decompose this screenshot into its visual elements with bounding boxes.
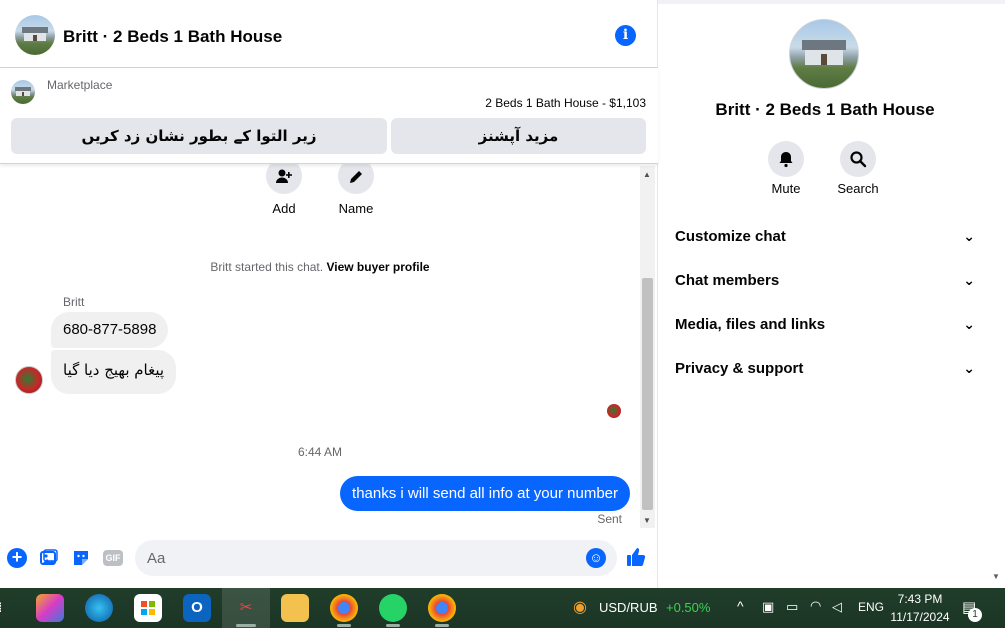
add-person-button[interactable] [266, 164, 302, 194]
section-label: Customize chat [675, 228, 786, 245]
section-label: Media, files and links [675, 316, 826, 333]
mute-button[interactable] [768, 141, 804, 177]
bell-icon [779, 151, 793, 167]
search-label: Search [837, 181, 879, 196]
details-title: Britt · 2 Beds 1 Bath House [715, 100, 935, 119]
marketplace-panel: Marketplace 2 Beds 1 Bath House - $1,103… [0, 68, 658, 164]
plus-icon[interactable]: + [7, 548, 27, 568]
battery-icon[interactable]: ▭ [786, 599, 798, 615]
message-area: Add Name Britt started this chat. View b… [0, 164, 658, 530]
section-label: Chat members [675, 272, 780, 289]
open-indicator [435, 624, 449, 627]
active-indicator [236, 624, 256, 627]
language-indicator[interactable]: ENG [858, 600, 884, 614]
message-scrollbar[interactable]: ▲ ▼ [640, 166, 655, 528]
coins-icon[interactable]: ◉ [566, 594, 594, 622]
search-icon [850, 151, 867, 167]
clock-time[interactable]: 7:43 PM [888, 592, 952, 606]
ticker-name[interactable]: USD/RUB [599, 600, 658, 615]
file-explorer-icon[interactable] [281, 594, 309, 622]
chat-started-text: Britt started this chat. [210, 260, 324, 274]
mute-label: Mute [771, 181, 801, 196]
info-icon[interactable]: i [615, 25, 636, 46]
add-label: Add [272, 201, 296, 216]
view-buyer-profile-link[interactable]: View buyer profile [326, 260, 429, 274]
incoming-message[interactable]: 680-877-5898 [51, 312, 169, 348]
seen-indicator-avatar [607, 404, 621, 418]
message-input[interactable] [135, 540, 617, 576]
section-media-files-links[interactable]: Media, files and links ⌄ [675, 316, 975, 340]
mark-pending-button[interactable]: زیر التوا کے بطور نشان زد کریں [11, 118, 387, 154]
open-indicator [337, 624, 351, 627]
chevron-down-icon: ⌄ [963, 228, 975, 244]
scroll-up-arrow-icon[interactable]: ▲ [643, 170, 651, 179]
whatsapp-icon[interactable] [379, 594, 407, 622]
search-button[interactable] [840, 141, 876, 177]
emoji-icon[interactable]: ☺ [586, 548, 606, 568]
thumbs-up-icon[interactable] [625, 546, 647, 574]
messenger-window: Britt · 2 Beds 1 Bath House i Marketplac… [0, 0, 1005, 628]
clock-date[interactable]: 11/17/2024 [888, 610, 952, 624]
name-label: Name [338, 201, 374, 216]
outgoing-message[interactable]: thanks i will send all info at your numb… [340, 476, 630, 511]
chevron-up-icon[interactable]: ^ [737, 598, 744, 614]
chat-header: Britt · 2 Beds 1 Bath House i [0, 4, 658, 68]
copilot-icon[interactable] [36, 594, 64, 622]
chevron-down-icon: ⌄ [963, 360, 975, 376]
ticker-change[interactable]: +0.50% [666, 600, 710, 615]
section-label: Privacy & support [675, 360, 804, 377]
windows-taskbar: ⁞ O ✂ ◉ USD/RUB +0.50% ^ ▣ ▭ ◠ ◁ ENG 7:4… [0, 588, 1005, 628]
panel-scroll-down-icon[interactable]: ▼ [992, 572, 1000, 581]
open-indicator [386, 624, 400, 627]
listing-title[interactable]: 2 Beds 1 Bath House - $1,103 [485, 96, 646, 110]
widgets-icon[interactable]: ⁞ [0, 594, 14, 622]
notification-badge: 1 [968, 608, 982, 622]
pencil-icon [350, 171, 362, 184]
wifi-icon[interactable]: ◠ [810, 598, 821, 614]
volume-icon[interactable]: ◁ [832, 599, 842, 615]
marketplace-label: Marketplace [47, 78, 113, 92]
chrome-icon[interactable] [330, 594, 358, 622]
listing-thumbnail [11, 80, 35, 104]
chevron-down-icon: ⌄ [963, 316, 975, 332]
timestamp: 6:44 AM [297, 445, 343, 459]
section-customize-chat[interactable]: Customize chat ⌄ [675, 228, 975, 252]
photo-icon[interactable] [39, 548, 59, 568]
section-chat-members[interactable]: Chat members ⌄ [675, 272, 975, 296]
chat-details-panel: Britt · 2 Beds 1 Bath House Mute Search … [659, 4, 1005, 588]
sender-name: Britt [63, 295, 85, 309]
sent-status: Sent [597, 512, 622, 526]
scroll-down-arrow-icon[interactable]: ▼ [643, 516, 651, 525]
sender-avatar[interactable] [15, 366, 43, 394]
chat-column: Britt · 2 Beds 1 Bath House i Marketplac… [0, 0, 658, 588]
more-options-button[interactable]: مزید آپشنز [391, 118, 646, 154]
meet-icon[interactable]: ▣ [762, 599, 774, 615]
house-avatar[interactable] [15, 15, 55, 55]
name-button[interactable] [338, 164, 374, 194]
chrome-profile-icon[interactable] [428, 594, 456, 622]
chat-title[interactable]: Britt · 2 Beds 1 Bath House [63, 27, 282, 47]
gif-icon[interactable]: GIF [103, 550, 123, 566]
incoming-message[interactable]: پیغام بھیج دیا گیا [51, 350, 177, 394]
outlook-icon[interactable]: O [183, 594, 211, 622]
chat-started-line: Britt started this chat. View buyer prof… [0, 260, 640, 274]
scroll-thumb[interactable] [642, 278, 653, 510]
chevron-down-icon: ⌄ [963, 272, 975, 288]
add-person-icon [276, 169, 292, 184]
edge-icon[interactable] [85, 594, 113, 622]
store-icon[interactable] [134, 594, 162, 622]
composer: + GIF ☺ [0, 530, 658, 588]
sticker-icon[interactable] [71, 548, 91, 568]
profile-avatar[interactable] [789, 19, 859, 89]
section-privacy-support[interactable]: Privacy & support ⌄ [675, 360, 975, 384]
snipping-tool-icon[interactable]: ✂ [232, 594, 260, 622]
